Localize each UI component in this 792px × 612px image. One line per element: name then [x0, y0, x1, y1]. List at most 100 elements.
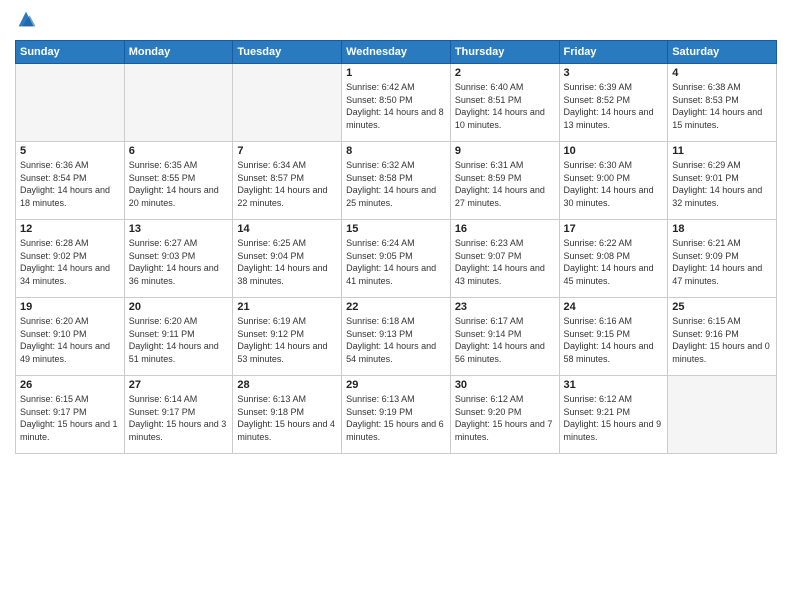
day-number: 27 — [129, 379, 229, 391]
calendar-cell: 8 Sunrise: 6:32 AMSunset: 8:58 PMDaylight… — [342, 142, 451, 220]
day-info: Sunrise: 6:25 AMSunset: 9:04 PMDaylight:… — [237, 237, 337, 287]
day-info: Sunrise: 6:42 AMSunset: 8:50 PMDaylight:… — [346, 81, 446, 131]
day-number: 20 — [129, 301, 229, 313]
day-number: 15 — [346, 223, 446, 235]
day-number: 7 — [237, 145, 337, 157]
day-number: 21 — [237, 301, 337, 313]
calendar-cell: 7 Sunrise: 6:34 AMSunset: 8:57 PMDaylight… — [233, 142, 342, 220]
calendar-cell — [16, 64, 125, 142]
logo-icon — [15, 8, 37, 30]
calendar-cell: 10Sunrise: 6:30 AMSunset: 9:00 PMDayligh… — [559, 142, 668, 220]
day-number: 4 — [672, 67, 772, 79]
day-info: Sunrise: 6:12 AMSunset: 9:20 PMDaylight:… — [455, 393, 555, 443]
day-info: Sunrise: 6:29 AMSunset: 9:01 PMDaylight:… — [672, 159, 772, 209]
day-number: 24 — [564, 301, 664, 313]
day-number: 26 — [20, 379, 120, 391]
day-number: 11 — [672, 145, 772, 157]
calendar-table: SundayMondayTuesdayWednesdayThursdayFrid… — [15, 40, 777, 454]
calendar-cell: 23Sunrise: 6:17 AMSunset: 9:14 PMDayligh… — [450, 298, 559, 376]
day-number: 14 — [237, 223, 337, 235]
day-number: 16 — [455, 223, 555, 235]
calendar-cell: 24 Sunrise: 6:16 AMSunset: 9:15 PMDayligh… — [559, 298, 668, 376]
calendar-cell: 27 Sunrise: 6:14 AMSunset: 9:17 PMDayligh… — [124, 376, 233, 454]
day-number: 10 — [564, 145, 664, 157]
week-row-0: 1 Sunrise: 6:42 AMSunset: 8:50 PMDaylight… — [16, 64, 777, 142]
calendar-cell: 6 Sunrise: 6:35 AMSunset: 8:55 PMDaylight… — [124, 142, 233, 220]
calendar-cell: 15 Sunrise: 6:24 AMSunset: 9:05 PMDayligh… — [342, 220, 451, 298]
day-number: 17 — [564, 223, 664, 235]
day-number: 8 — [346, 145, 446, 157]
calendar-cell: 31Sunrise: 6:12 AMSunset: 9:21 PMDayligh… — [559, 376, 668, 454]
calendar-cell: 19 Sunrise: 6:20 AMSunset: 9:10 PMDayligh… — [16, 298, 125, 376]
day-info: Sunrise: 6:20 AMSunset: 9:11 PMDaylight:… — [129, 315, 229, 365]
day-info: Sunrise: 6:20 AMSunset: 9:10 PMDaylight:… — [20, 315, 120, 365]
day-info: Sunrise: 6:17 AMSunset: 9:14 PMDaylight:… — [455, 315, 555, 365]
day-info: Sunrise: 6:13 AMSunset: 9:18 PMDaylight:… — [237, 393, 337, 443]
day-number: 22 — [346, 301, 446, 313]
calendar-cell: 1 Sunrise: 6:42 AMSunset: 8:50 PMDaylight… — [342, 64, 451, 142]
day-info: Sunrise: 6:14 AMSunset: 9:17 PMDaylight:… — [129, 393, 229, 443]
calendar-cell: 14 Sunrise: 6:25 AMSunset: 9:04 PMDayligh… — [233, 220, 342, 298]
day-info: Sunrise: 6:40 AMSunset: 8:51 PMDaylight:… — [455, 81, 555, 131]
day-info: Sunrise: 6:32 AMSunset: 8:58 PMDaylight:… — [346, 159, 446, 209]
day-info: Sunrise: 6:18 AMSunset: 9:13 PMDaylight:… — [346, 315, 446, 365]
day-number: 12 — [20, 223, 120, 235]
day-number: 28 — [237, 379, 337, 391]
day-number: 2 — [455, 67, 555, 79]
day-info: Sunrise: 6:19 AMSunset: 9:12 PMDaylight:… — [237, 315, 337, 365]
calendar-cell: 17 Sunrise: 6:22 AMSunset: 9:08 PMDayligh… — [559, 220, 668, 298]
day-number: 1 — [346, 67, 446, 79]
day-info: Sunrise: 6:34 AMSunset: 8:57 PMDaylight:… — [237, 159, 337, 209]
logo — [15, 10, 39, 32]
day-info: Sunrise: 6:21 AMSunset: 9:09 PMDaylight:… — [672, 237, 772, 287]
header-day-monday: Monday — [124, 41, 233, 64]
calendar-cell: 16 Sunrise: 6:23 AMSunset: 9:07 PMDayligh… — [450, 220, 559, 298]
week-row-1: 5Sunrise: 6:36 AMSunset: 8:54 PMDaylight… — [16, 142, 777, 220]
calendar-cell: 29 Sunrise: 6:13 AMSunset: 9:19 PMDayligh… — [342, 376, 451, 454]
day-info: Sunrise: 6:24 AMSunset: 9:05 PMDaylight:… — [346, 237, 446, 287]
calendar-cell: 12Sunrise: 6:28 AMSunset: 9:02 PMDayligh… — [16, 220, 125, 298]
header-day-wednesday: Wednesday — [342, 41, 451, 64]
day-number: 13 — [129, 223, 229, 235]
header-day-friday: Friday — [559, 41, 668, 64]
day-info: Sunrise: 6:22 AMSunset: 9:08 PMDaylight:… — [564, 237, 664, 287]
day-number: 25 — [672, 301, 772, 313]
calendar-cell: 4 Sunrise: 6:38 AMSunset: 8:53 PMDaylight… — [668, 64, 777, 142]
day-info: Sunrise: 6:16 AMSunset: 9:15 PMDaylight:… — [564, 315, 664, 365]
day-number: 30 — [455, 379, 555, 391]
day-info: Sunrise: 6:15 AMSunset: 9:16 PMDaylight:… — [672, 315, 772, 365]
calendar-cell: 30 Sunrise: 6:12 AMSunset: 9:20 PMDayligh… — [450, 376, 559, 454]
day-info: Sunrise: 6:38 AMSunset: 8:53 PMDaylight:… — [672, 81, 772, 131]
header — [15, 10, 777, 32]
day-info: Sunrise: 6:13 AMSunset: 9:19 PMDaylight:… — [346, 393, 446, 443]
day-number: 5 — [20, 145, 120, 157]
header-row: SundayMondayTuesdayWednesdayThursdayFrid… — [16, 41, 777, 64]
day-number: 31 — [564, 379, 664, 391]
calendar-cell: 2 Sunrise: 6:40 AMSunset: 8:51 PMDaylight… — [450, 64, 559, 142]
calendar-cell: 13Sunrise: 6:27 AMSunset: 9:03 PMDayligh… — [124, 220, 233, 298]
calendar-cell: 11 Sunrise: 6:29 AMSunset: 9:01 PMDayligh… — [668, 142, 777, 220]
day-info: Sunrise: 6:35 AMSunset: 8:55 PMDaylight:… — [129, 159, 229, 209]
calendar-cell: 20 Sunrise: 6:20 AMSunset: 9:11 PMDayligh… — [124, 298, 233, 376]
calendar-cell: 26 Sunrise: 6:15 AMSunset: 9:17 PMDayligh… — [16, 376, 125, 454]
calendar-cell: 3 Sunrise: 6:39 AMSunset: 8:52 PMDaylight… — [559, 64, 668, 142]
calendar-cell: 9Sunrise: 6:31 AMSunset: 8:59 PMDaylight… — [450, 142, 559, 220]
calendar-cell: 28 Sunrise: 6:13 AMSunset: 9:18 PMDayligh… — [233, 376, 342, 454]
calendar-cell: 22 Sunrise: 6:18 AMSunset: 9:13 PMDayligh… — [342, 298, 451, 376]
calendar-cell — [233, 64, 342, 142]
day-number: 3 — [564, 67, 664, 79]
day-number: 19 — [20, 301, 120, 313]
week-row-4: 26 Sunrise: 6:15 AMSunset: 9:17 PMDayligh… — [16, 376, 777, 454]
week-row-3: 19 Sunrise: 6:20 AMSunset: 9:10 PMDayligh… — [16, 298, 777, 376]
day-number: 6 — [129, 145, 229, 157]
day-info: Sunrise: 6:39 AMSunset: 8:52 PMDaylight:… — [564, 81, 664, 131]
header-day-sunday: Sunday — [16, 41, 125, 64]
day-info: Sunrise: 6:23 AMSunset: 9:07 PMDaylight:… — [455, 237, 555, 287]
day-info: Sunrise: 6:31 AMSunset: 8:59 PMDaylight:… — [455, 159, 555, 209]
calendar-cell: 18Sunrise: 6:21 AMSunset: 9:09 PMDayligh… — [668, 220, 777, 298]
calendar-cell — [668, 376, 777, 454]
day-info: Sunrise: 6:15 AMSunset: 9:17 PMDaylight:… — [20, 393, 120, 443]
calendar-cell: 21 Sunrise: 6:19 AMSunset: 9:12 PMDayligh… — [233, 298, 342, 376]
day-number: 29 — [346, 379, 446, 391]
week-row-2: 12Sunrise: 6:28 AMSunset: 9:02 PMDayligh… — [16, 220, 777, 298]
